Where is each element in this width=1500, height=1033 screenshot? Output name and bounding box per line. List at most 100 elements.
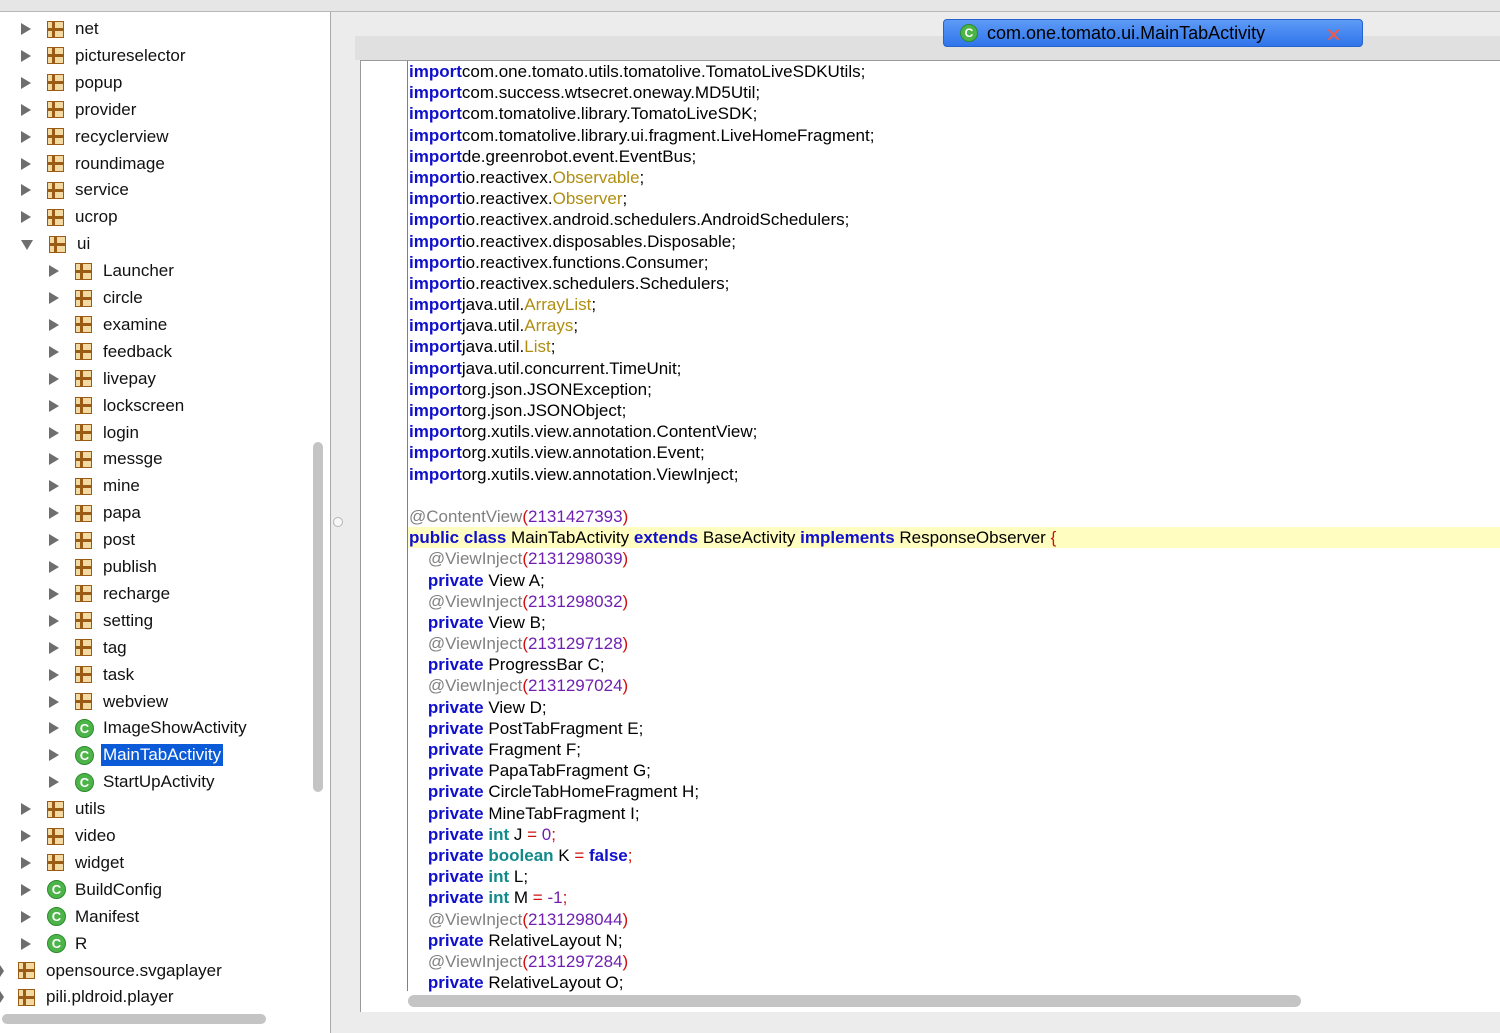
disclosure-collapsed-icon[interactable] [21,883,31,896]
code-line[interactable]: importcom.success.wtsecret.oneway.MD5Uti… [408,82,1500,103]
editor-tab[interactable]: C com.one.tomato.ui.MainTabActivity ✕ [943,19,1363,47]
code-line[interactable]: private RelativeLayout O; [408,972,1500,993]
code-line[interactable]: private int M = -1; [408,887,1500,908]
tree-item[interactable]: CR [21,931,89,957]
code-editor[interactable]: importcom.one.tomato.utils.tomatolive.To… [360,60,1500,1012]
code-line[interactable]: private boolean K = false; [408,845,1500,866]
code-line[interactable]: importjava.util.concurrent.TimeUnit; [408,358,1500,379]
disclosure-collapsed-icon[interactable] [49,776,59,789]
disclosure-collapsed-icon[interactable] [21,856,31,869]
tree-item[interactable]: mine [49,473,142,499]
code-line[interactable]: private int L; [408,866,1500,887]
tree-item[interactable]: post [49,527,137,553]
tree-item[interactable]: widget [21,850,126,876]
disclosure-collapsed-icon[interactable] [21,76,31,89]
code-line[interactable]: @ContentView(2131427393) [408,506,1500,527]
code-line[interactable]: private CircleTabHomeFragment H; [408,781,1500,802]
tree-item[interactable]: pictureselector [21,43,188,69]
disclosure-collapsed-icon[interactable] [21,130,31,143]
disclosure-collapsed-icon[interactable] [49,292,59,304]
code-line[interactable]: importio.reactivex.schedulers.Schedulers… [408,273,1500,294]
code-line[interactable]: @ViewInject(2131298044) [408,909,1500,930]
disclosure-collapsed-icon[interactable] [49,345,59,358]
disclosure-collapsed-icon[interactable] [49,265,59,278]
tree-item[interactable]: task [49,662,136,688]
code-line[interactable]: importcom.tomatolive.library.TomatoLiveS… [408,103,1500,124]
tree-item[interactable]: C StartUpActivity [49,769,216,795]
disclosure-collapsed-icon[interactable] [21,23,31,35]
splitter-handle[interactable] [333,517,343,527]
code-line[interactable]: private PostTabFragment E; [408,718,1500,739]
tree-item[interactable]: circle [49,285,145,311]
tree-item[interactable]: pili.pldroid.player [0,984,176,1010]
code-line[interactable]: importjava.util.Arrays; [408,315,1500,336]
code-line[interactable]: importjava.util.List; [408,336,1500,357]
tree-item[interactable]: lockscreen [49,393,186,419]
disclosure-collapsed-icon[interactable] [21,157,31,170]
tree-item[interactable]: login [49,420,141,446]
tree-item[interactable]: examine [49,312,169,338]
disclosure-collapsed-icon[interactable] [49,453,59,466]
tree-item[interactable]: publish [49,554,159,580]
disclosure-collapsed-icon[interactable] [21,803,31,816]
tree-item[interactable]: C ImageShowActivity [49,715,249,741]
disclosure-collapsed-icon[interactable] [49,561,59,573]
code-line[interactable]: @ViewInject(2131297284) [408,951,1500,972]
disclosure-collapsed-icon[interactable] [21,211,31,224]
tree-item[interactable]: feedback [49,339,174,365]
disclosure-collapsed-icon[interactable] [21,184,31,197]
tree-item[interactable]: webview [49,689,170,715]
tree-item[interactable]: popup [21,70,124,96]
disclosure-collapsed-icon[interactable] [49,318,59,331]
disclosure-collapsed-icon[interactable] [21,49,31,62]
code-line[interactable]: private MineTabFragment I; [408,803,1500,824]
code-line[interactable]: private Fragment F; [408,739,1500,760]
disclosure-collapsed-icon[interactable] [49,507,59,520]
tree-item[interactable]: provider [21,97,138,123]
code-line[interactable]: importorg.xutils.view.annotation.Content… [408,421,1500,442]
code-line[interactable]: importjava.util.ArrayList; [408,294,1500,315]
tree-item[interactable]: recyclerview [21,124,171,150]
tree-horizontal-scrollbar[interactable] [2,1014,266,1024]
code-line[interactable]: importcom.one.tomato.utils.tomatolive.To… [408,61,1500,82]
code-line[interactable]: @ViewInject(2131297128) [408,633,1500,654]
disclosure-expanded-icon[interactable] [21,240,33,251]
tree-item[interactable]: C BuildConfig [21,877,164,903]
disclosure-collapsed-icon[interactable] [21,830,31,842]
disclosure-collapsed-icon[interactable] [49,614,59,627]
code-line[interactable] [408,485,1500,506]
tree-item[interactable]: C Manifest [21,904,141,930]
tree-item[interactable]: livepay [49,366,158,392]
code-area[interactable]: importcom.one.tomato.utils.tomatolive.To… [408,61,1500,993]
tree-vertical-scrollbar[interactable] [313,442,323,792]
tree-item[interactable]: papa [49,500,143,526]
code-line[interactable]: private PapaTabFragment G; [408,760,1500,781]
code-line[interactable]: importorg.json.JSONObject; [408,400,1500,421]
disclosure-collapsed-icon[interactable] [49,372,59,385]
code-line[interactable]: importio.reactivex.disposables.Disposabl… [408,231,1500,252]
tree-item[interactable]: setting [49,608,155,634]
tree-item[interactable]: service [21,177,131,203]
tree-item[interactable]: ucrop [21,204,120,230]
disclosure-collapsed-icon[interactable] [0,964,4,977]
tree-item[interactable]: opensource.svgaplayer [0,958,224,984]
disclosure-collapsed-icon[interactable] [49,722,59,735]
code-line[interactable]: importio.reactivex.Observable; [408,167,1500,188]
disclosure-collapsed-icon[interactable] [49,749,59,762]
code-line[interactable]: private View B; [408,612,1500,633]
editor-horizontal-scrollbar[interactable] [408,995,1301,1007]
code-line[interactable]: private View D; [408,697,1500,718]
tree-item[interactable]: tag [49,635,129,661]
code-line[interactable]: @ViewInject(2131298039) [408,548,1500,569]
tree-item[interactable]: messge [49,446,165,472]
code-line[interactable]: importde.greenrobot.event.EventBus; [408,146,1500,167]
disclosure-collapsed-icon[interactable] [0,991,4,1004]
code-line[interactable]: importcom.tomatolive.library.ui.fragment… [408,125,1500,146]
disclosure-collapsed-icon[interactable] [49,426,59,439]
tree-item[interactable]: C MainTabActivity [49,742,224,768]
tree-item[interactable]: net [21,16,101,42]
code-line[interactable]: private ProgressBar C; [408,654,1500,675]
disclosure-collapsed-icon[interactable] [49,668,59,681]
disclosure-collapsed-icon[interactable] [21,937,31,950]
tree-item[interactable]: roundimage [21,151,167,177]
